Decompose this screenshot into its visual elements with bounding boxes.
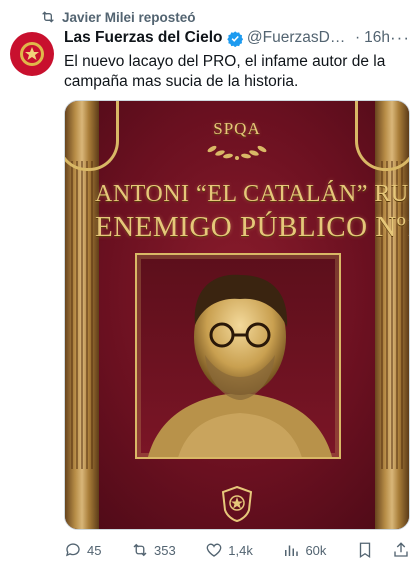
- author-name[interactable]: Las Fuerzas del Cielo: [64, 29, 223, 47]
- poster-title-enemy: ENEMIGO PÚBLICO Nº1: [95, 211, 410, 243]
- tweet-text: El nuevo lacayo del PRO, el infame autor…: [64, 53, 386, 90]
- tweet-header: Las Fuerzas del Cielo @FuerzasDel... · 1…: [64, 28, 410, 48]
- views-button[interactable]: 60k: [282, 541, 326, 559]
- portrait-frame: [135, 253, 341, 459]
- tweet-actions: 45 353 1,4k 60k: [64, 541, 410, 559]
- repost-button[interactable]: 353: [131, 541, 176, 559]
- reply-icon: [66, 543, 80, 557]
- verified-badge-icon: [226, 30, 243, 47]
- secondary-actions: [356, 541, 410, 559]
- bookmark-icon[interactable]: [356, 541, 374, 559]
- reply-button[interactable]: 45: [64, 541, 101, 559]
- timestamp[interactable]: 16h: [364, 29, 390, 47]
- repost-indicator[interactable]: Javier Milei reposteó: [40, 9, 196, 25]
- poster-title-name: ANTONI “EL CATALÁN” RUBÍ: [95, 181, 410, 207]
- more-options-icon[interactable]: ···: [390, 28, 410, 48]
- laurel-wreath-icon: [207, 145, 267, 160]
- share-icon[interactable]: [392, 541, 410, 559]
- repost-icon: [133, 543, 147, 557]
- tweet-image[interactable]: SPQA ANTONI “EL CATALÁN” RUBÍ ENEMIGO PÚ…: [64, 100, 410, 530]
- views-chart-icon: [285, 545, 299, 556]
- like-count: 1,4k: [228, 542, 253, 558]
- heart-icon: [206, 543, 222, 557]
- like-button[interactable]: 1,4k: [205, 541, 253, 559]
- shield-emblem-icon: [20, 42, 44, 66]
- separator-dot: ·: [354, 29, 361, 46]
- author-handle[interactable]: @FuerzasDel...: [247, 29, 351, 47]
- repost-count: 353: [154, 542, 176, 558]
- shield-emblem-icon: [221, 486, 253, 522]
- repost-label: Javier Milei reposteó: [62, 9, 196, 25]
- avatar[interactable]: [10, 32, 54, 76]
- poster-seal-text: SPQA: [213, 119, 261, 138]
- reply-count: 45: [87, 542, 102, 558]
- views-count: 60k: [305, 542, 327, 558]
- repost-icon: [42, 11, 54, 23]
- portrait-image: [148, 274, 332, 457]
